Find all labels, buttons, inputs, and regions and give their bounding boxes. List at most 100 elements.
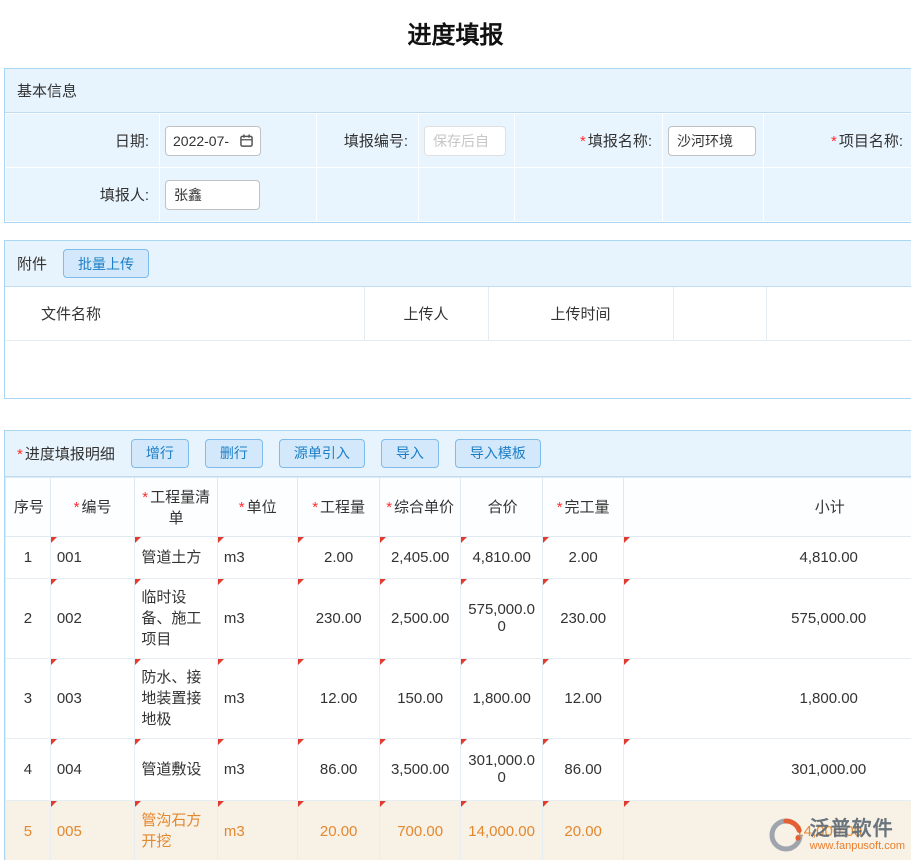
detail-section-title: *进度填报明细 <box>17 443 115 464</box>
attachments-empty-body <box>5 341 911 398</box>
watermark-brand: 泛普软件 <box>810 818 905 840</box>
cell-qty[interactable]: 86.00 <box>298 738 380 800</box>
watermark-site: www.fanpusoft.com <box>810 840 905 852</box>
cell-code[interactable]: 003 <box>50 658 135 738</box>
required-asterisk: * <box>580 133 586 150</box>
cell-unit[interactable]: m3 <box>217 800 297 860</box>
page-title: 进度填报 <box>0 0 911 47</box>
cell-subtotal: 1,800.00 <box>624 658 911 738</box>
cell-subtotal: 4,810.00 <box>624 536 911 578</box>
cell-subtotal: 301,000.00 <box>624 738 911 800</box>
cell-qty[interactable]: 12.00 <box>298 658 380 738</box>
col-code: *编号 <box>50 477 135 536</box>
date-input[interactable]: 2022-07- <box>165 126 261 156</box>
cell-qty[interactable]: 20.00 <box>298 800 380 860</box>
attachments-table: 文件名称 上传人 上传时间 <box>5 287 911 341</box>
cell-done-qty[interactable]: 12.00 <box>542 658 624 738</box>
cell-code[interactable]: 001 <box>50 536 135 578</box>
report-name-label: *填报名称: <box>515 114 663 168</box>
cell-seq: 1 <box>6 536 51 578</box>
project-name-label: *项目名称: <box>764 114 911 168</box>
cell-unit-price[interactable]: 2,405.00 <box>379 536 461 578</box>
batch-upload-button[interactable]: 批量上传 <box>63 249 149 278</box>
fanpu-logo-icon <box>767 816 805 854</box>
reporter-label: 填报人: <box>6 168 160 222</box>
source-import-button[interactable]: 源单引入 <box>279 439 365 468</box>
cell-item[interactable]: 防水、接地装置接地极 <box>135 658 218 738</box>
basic-row-2: 填报人: <box>6 168 911 222</box>
basic-info-title: 基本信息 <box>17 80 77 101</box>
cell-unit-price[interactable]: 3,500.00 <box>379 738 461 800</box>
attachments-title: 附件 <box>17 253 47 274</box>
delete-row-button[interactable]: 删行 <box>205 439 263 468</box>
col-item: *工程量清单 <box>135 477 218 536</box>
cell-done-qty[interactable]: 2.00 <box>542 536 624 578</box>
date-cell: 2022-07- <box>160 114 317 168</box>
col-unit-price: *综合单价 <box>379 477 461 536</box>
cell-item[interactable]: 临时设备、施工项目 <box>135 578 218 658</box>
cell-unit[interactable]: m3 <box>217 536 297 578</box>
cell-done-qty[interactable]: 230.00 <box>542 578 624 658</box>
cell-item[interactable]: 管道敷设 <box>135 738 218 800</box>
cell-amount[interactable]: 4,810.00 <box>461 536 543 578</box>
attach-col-empty-2 <box>766 287 911 340</box>
col-amount: 合价 <box>461 477 543 536</box>
basic-info-header: 基本信息 <box>5 69 911 113</box>
attachments-header-row: 文件名称 上传人 上传时间 <box>5 287 911 340</box>
cell-qty[interactable]: 230.00 <box>298 578 380 658</box>
cell-done-qty[interactable]: 20.00 <box>542 800 624 860</box>
detail-row-4[interactable]: 4 004 管道敷设 m3 86.00 3,500.00 301,000.00 … <box>6 738 911 800</box>
attachments-section: 附件 批量上传 文件名称 上传人 上传时间 <box>4 240 911 399</box>
detail-row-2[interactable]: 2 002 临时设备、施工项目 m3 230.00 2,500.00 575,0… <box>6 578 911 658</box>
basic-info-section: 基本信息 日期: 2022-07- <box>4 68 911 223</box>
cell-seq: 3 <box>6 658 51 738</box>
detail-header-row: 序号 *编号 *工程量清单 *单位 *工程量 *综合单价 合价 *完工量 小计 <box>6 477 911 536</box>
cell-done-qty[interactable]: 86.00 <box>542 738 624 800</box>
cell-code[interactable]: 004 <box>50 738 135 800</box>
fanpu-watermark: 泛普软件 www.fanpusoft.com <box>767 816 905 854</box>
date-value: 2022-07- <box>173 133 229 149</box>
basic-info-form: 日期: 2022-07- 填报编号: <box>5 113 911 222</box>
attachments-header: 附件 批量上传 <box>5 241 911 287</box>
detail-toolbar: *进度填报明细 增行 删行 源单引入 导入 导入模板 <box>5 431 911 477</box>
cell-subtotal: 575,000.00 <box>624 578 911 658</box>
cell-unit-price[interactable]: 150.00 <box>379 658 461 738</box>
cell-amount[interactable]: 14,000.00 <box>461 800 543 860</box>
cell-code[interactable]: 002 <box>50 578 135 658</box>
detail-section: *进度填报明细 增行 删行 源单引入 导入 导入模板 序号 *编号 *工程量清单… <box>4 430 911 860</box>
calendar-icon[interactable] <box>240 134 253 147</box>
cell-unit-price[interactable]: 2,500.00 <box>379 578 461 658</box>
col-seq: 序号 <box>6 477 51 536</box>
cell-unit[interactable]: m3 <box>217 738 297 800</box>
cell-item[interactable]: 管道土方 <box>135 536 218 578</box>
cell-amount[interactable]: 1,800.00 <box>461 658 543 738</box>
detail-row-1[interactable]: 1 001 管道土方 m3 2.00 2,405.00 4,810.00 2.0… <box>6 536 911 578</box>
import-button[interactable]: 导入 <box>381 439 439 468</box>
cell-unit-price[interactable]: 700.00 <box>379 800 461 860</box>
add-row-button[interactable]: 增行 <box>131 439 189 468</box>
report-name-input[interactable] <box>668 126 756 156</box>
cell-seq: 2 <box>6 578 51 658</box>
attach-col-uploader: 上传人 <box>364 287 488 340</box>
required-asterisk: * <box>17 446 23 463</box>
col-done-qty: *完工量 <box>542 477 624 536</box>
detail-row-3[interactable]: 3 003 防水、接地装置接地极 m3 12.00 150.00 1,800.0… <box>6 658 911 738</box>
cell-amount[interactable]: 575,000.00 <box>461 578 543 658</box>
report-no-input[interactable] <box>424 126 506 156</box>
watermark-text: 泛普软件 www.fanpusoft.com <box>810 818 905 852</box>
attach-col-upload-time: 上传时间 <box>488 287 673 340</box>
cell-code[interactable]: 005 <box>50 800 135 860</box>
cell-unit[interactable]: m3 <box>217 658 297 738</box>
col-qty: *工程量 <box>298 477 380 536</box>
progress-report-page: 进度填报 基本信息 日期: 2022-07- <box>0 0 911 860</box>
cell-seq: 5 <box>6 800 51 860</box>
col-subtotal: 小计 <box>624 477 911 536</box>
import-template-button[interactable]: 导入模板 <box>455 439 541 468</box>
reporter-input[interactable] <box>165 180 260 210</box>
attach-col-file-name: 文件名称 <box>5 287 364 340</box>
cell-item[interactable]: 管沟石方开挖 <box>135 800 218 860</box>
cell-qty[interactable]: 2.00 <box>298 536 380 578</box>
cell-amount[interactable]: 301,000.00 <box>461 738 543 800</box>
cell-unit[interactable]: m3 <box>217 578 297 658</box>
attach-col-empty-1 <box>673 287 766 340</box>
